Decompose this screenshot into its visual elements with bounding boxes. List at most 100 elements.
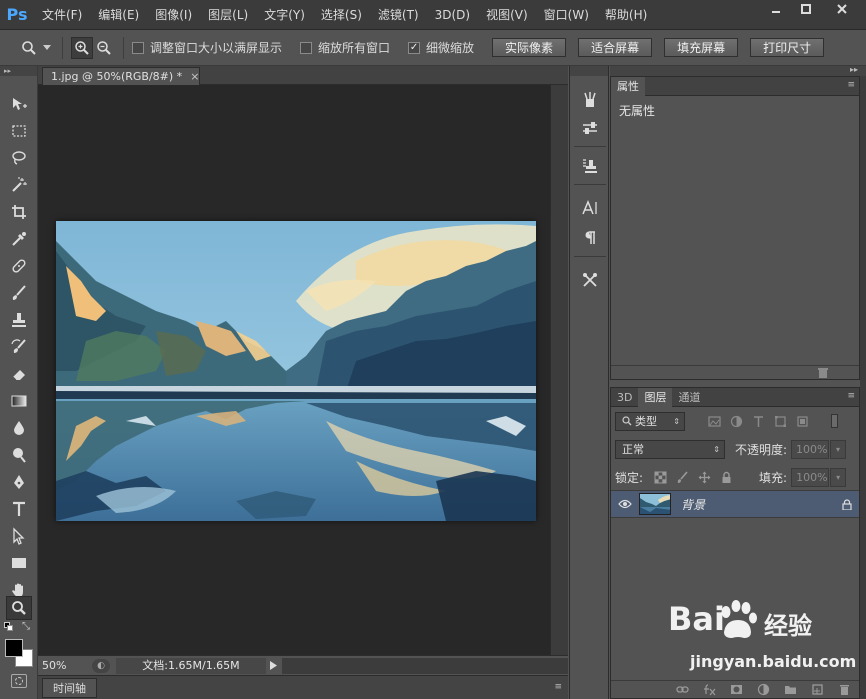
gradient-tool[interactable] — [6, 389, 32, 413]
blend-mode-dropdown[interactable]: 正常 ⇕ — [615, 439, 725, 459]
menu-bar: Ps 文件(F) 编辑(E) 图像(I) 图层(L) 文字(Y) 选择(S) 滤… — [0, 0, 866, 30]
properties-panel-menu-icon[interactable]: ≡ — [847, 80, 855, 90]
menu-filter[interactable]: 滤镜(T) — [370, 6, 427, 23]
default-colors-icon[interactable] — [4, 622, 14, 632]
print-size-button[interactable]: 打印尺寸 — [750, 38, 825, 57]
opacity-input[interactable]: 100% — [791, 439, 830, 459]
vertical-scrollbar[interactable] — [550, 85, 568, 655]
layer-visibility-toggle[interactable] — [611, 499, 639, 509]
menu-type[interactable]: 文字(Y) — [256, 6, 313, 23]
pen-tool[interactable] — [6, 470, 32, 494]
healing-brush-tool[interactable] — [6, 254, 32, 278]
close-button[interactable] — [822, 0, 862, 18]
opacity-slider-button[interactable]: ▾ — [830, 439, 847, 459]
zoom-in-button[interactable] — [71, 36, 93, 59]
zoom-all-windows-checkbox[interactable] — [300, 41, 313, 54]
layer-filter-dropdown[interactable]: 类型 ⇕ — [615, 411, 685, 431]
crop-tool[interactable] — [6, 200, 32, 224]
resize-windows-option[interactable]: 调整窗口大小以满屏显示 — [132, 39, 282, 56]
lock-position-button[interactable] — [695, 468, 713, 486]
adjustments-panel-button[interactable] — [578, 116, 602, 140]
layer-item-background[interactable]: 背景 — [611, 490, 859, 518]
preset-dropdown[interactable] — [40, 37, 54, 59]
zoom-tool[interactable] — [6, 596, 32, 620]
status-menu-arrow[interactable] — [266, 658, 280, 674]
history-brush-tool[interactable] — [6, 335, 32, 359]
maximize-button[interactable] — [792, 0, 820, 18]
fill-input[interactable]: 100% — [791, 467, 830, 487]
document-image[interactable] — [56, 221, 536, 521]
menu-image[interactable]: 图像(I) — [147, 6, 200, 23]
right-panel-scrollbar[interactable] — [860, 76, 866, 699]
filter-shape-button[interactable] — [771, 412, 789, 430]
menu-layer[interactable]: 图层(L) — [200, 6, 256, 23]
magic-wand-tool[interactable] — [6, 173, 32, 197]
toolbar-collapse-handle[interactable]: ▸▸ — [0, 66, 37, 76]
filter-adjustment-button[interactable] — [727, 412, 745, 430]
eraser-tool[interactable] — [6, 362, 32, 386]
menu-select[interactable]: 选择(S) — [313, 6, 370, 23]
right-panel-collapse-handle[interactable]: ▸▸ — [610, 65, 866, 76]
resize-windows-checkbox[interactable] — [132, 41, 144, 54]
type-tool[interactable] — [6, 497, 32, 521]
zoom-level-field[interactable]: 50% — [38, 659, 92, 672]
tab-properties[interactable]: 属性 — [611, 77, 645, 96]
timeline-menu-icon[interactable]: ≡ — [554, 682, 562, 692]
zoom-all-windows-option[interactable]: 缩放所有窗口 — [300, 39, 390, 56]
separator — [574, 146, 606, 147]
actual-pixels-button[interactable]: 实际像素 — [492, 38, 567, 57]
lock-transparent-button[interactable] — [651, 468, 669, 486]
menu-3d[interactable]: 3D(D) — [427, 8, 478, 22]
dodge-tool[interactable] — [6, 443, 32, 467]
move-tool[interactable] — [6, 92, 32, 116]
horizontal-scrollbar[interactable] — [282, 657, 568, 674]
history-panel-button[interactable] — [578, 88, 602, 112]
foreground-color-swatch[interactable] — [5, 639, 23, 657]
menu-view[interactable]: 视图(V) — [478, 6, 536, 23]
menu-help[interactable]: 帮助(H) — [597, 6, 655, 23]
scrubby-zoom-option[interactable]: ✓ 细微缩放 — [408, 39, 474, 56]
lock-all-button[interactable] — [717, 468, 735, 486]
icon-column-collapse-handle[interactable] — [570, 66, 608, 76]
timeline-tab[interactable]: 时间轴 — [42, 678, 97, 698]
fill-screen-button[interactable]: 填充屏幕 — [664, 38, 739, 57]
filter-pixel-button[interactable] — [705, 412, 723, 430]
clone-source-panel-button[interactable] — [578, 154, 602, 178]
brush-tool[interactable] — [6, 281, 32, 305]
minimize-button[interactable] — [762, 0, 790, 18]
layers-panel-menu-icon[interactable]: ≡ — [847, 391, 855, 401]
character-panel-button[interactable] — [578, 196, 602, 220]
eyedropper-tool[interactable] — [6, 227, 32, 251]
document-tab[interactable]: 1.jpg @ 50%(RGB/8#) * × — [42, 67, 200, 85]
close-tab-icon[interactable]: × — [190, 70, 199, 83]
tab-layers[interactable]: 图层 — [638, 388, 673, 407]
fill-slider-button[interactable]: ▾ — [830, 467, 847, 487]
blur-tool[interactable] — [6, 416, 32, 440]
chevron-updown-icon: ⇕ — [713, 444, 720, 454]
path-selection-tool[interactable] — [6, 524, 32, 548]
quick-mask-button[interactable] — [11, 674, 27, 688]
marquee-tool[interactable] — [6, 119, 32, 143]
status-info-icon[interactable]: ◐ — [92, 658, 110, 673]
lasso-tool[interactable] — [6, 146, 32, 170]
paragraph-panel-button[interactable] — [578, 226, 602, 250]
filter-toggle-switch[interactable] — [825, 412, 843, 430]
tab-channels[interactable]: 通道 — [672, 388, 706, 407]
scrubby-zoom-checkbox[interactable]: ✓ — [408, 41, 421, 54]
menu-file[interactable]: 文件(F) — [34, 6, 90, 23]
canvas-area[interactable] — [38, 85, 550, 655]
filter-smart-object-button[interactable] — [793, 412, 811, 430]
rectangle-tool[interactable] — [6, 551, 32, 575]
filter-type-button[interactable] — [749, 412, 767, 430]
clone-stamp-tool[interactable] — [6, 308, 32, 332]
tool-presets-panel-button[interactable] — [578, 268, 602, 292]
zoom-out-button[interactable] — [93, 37, 115, 59]
tab-3d[interactable]: 3D — [611, 388, 638, 407]
lock-pixels-button[interactable] — [673, 468, 691, 486]
trash-icon[interactable] — [817, 367, 829, 379]
menu-edit[interactable]: 编辑(E) — [90, 6, 147, 23]
menu-window[interactable]: 窗口(W) — [536, 6, 597, 23]
fit-screen-button[interactable]: 适合屏幕 — [578, 38, 653, 57]
zoom-tool-preset[interactable] — [18, 37, 40, 59]
swap-colors-icon[interactable]: ⤡ — [22, 621, 30, 632]
